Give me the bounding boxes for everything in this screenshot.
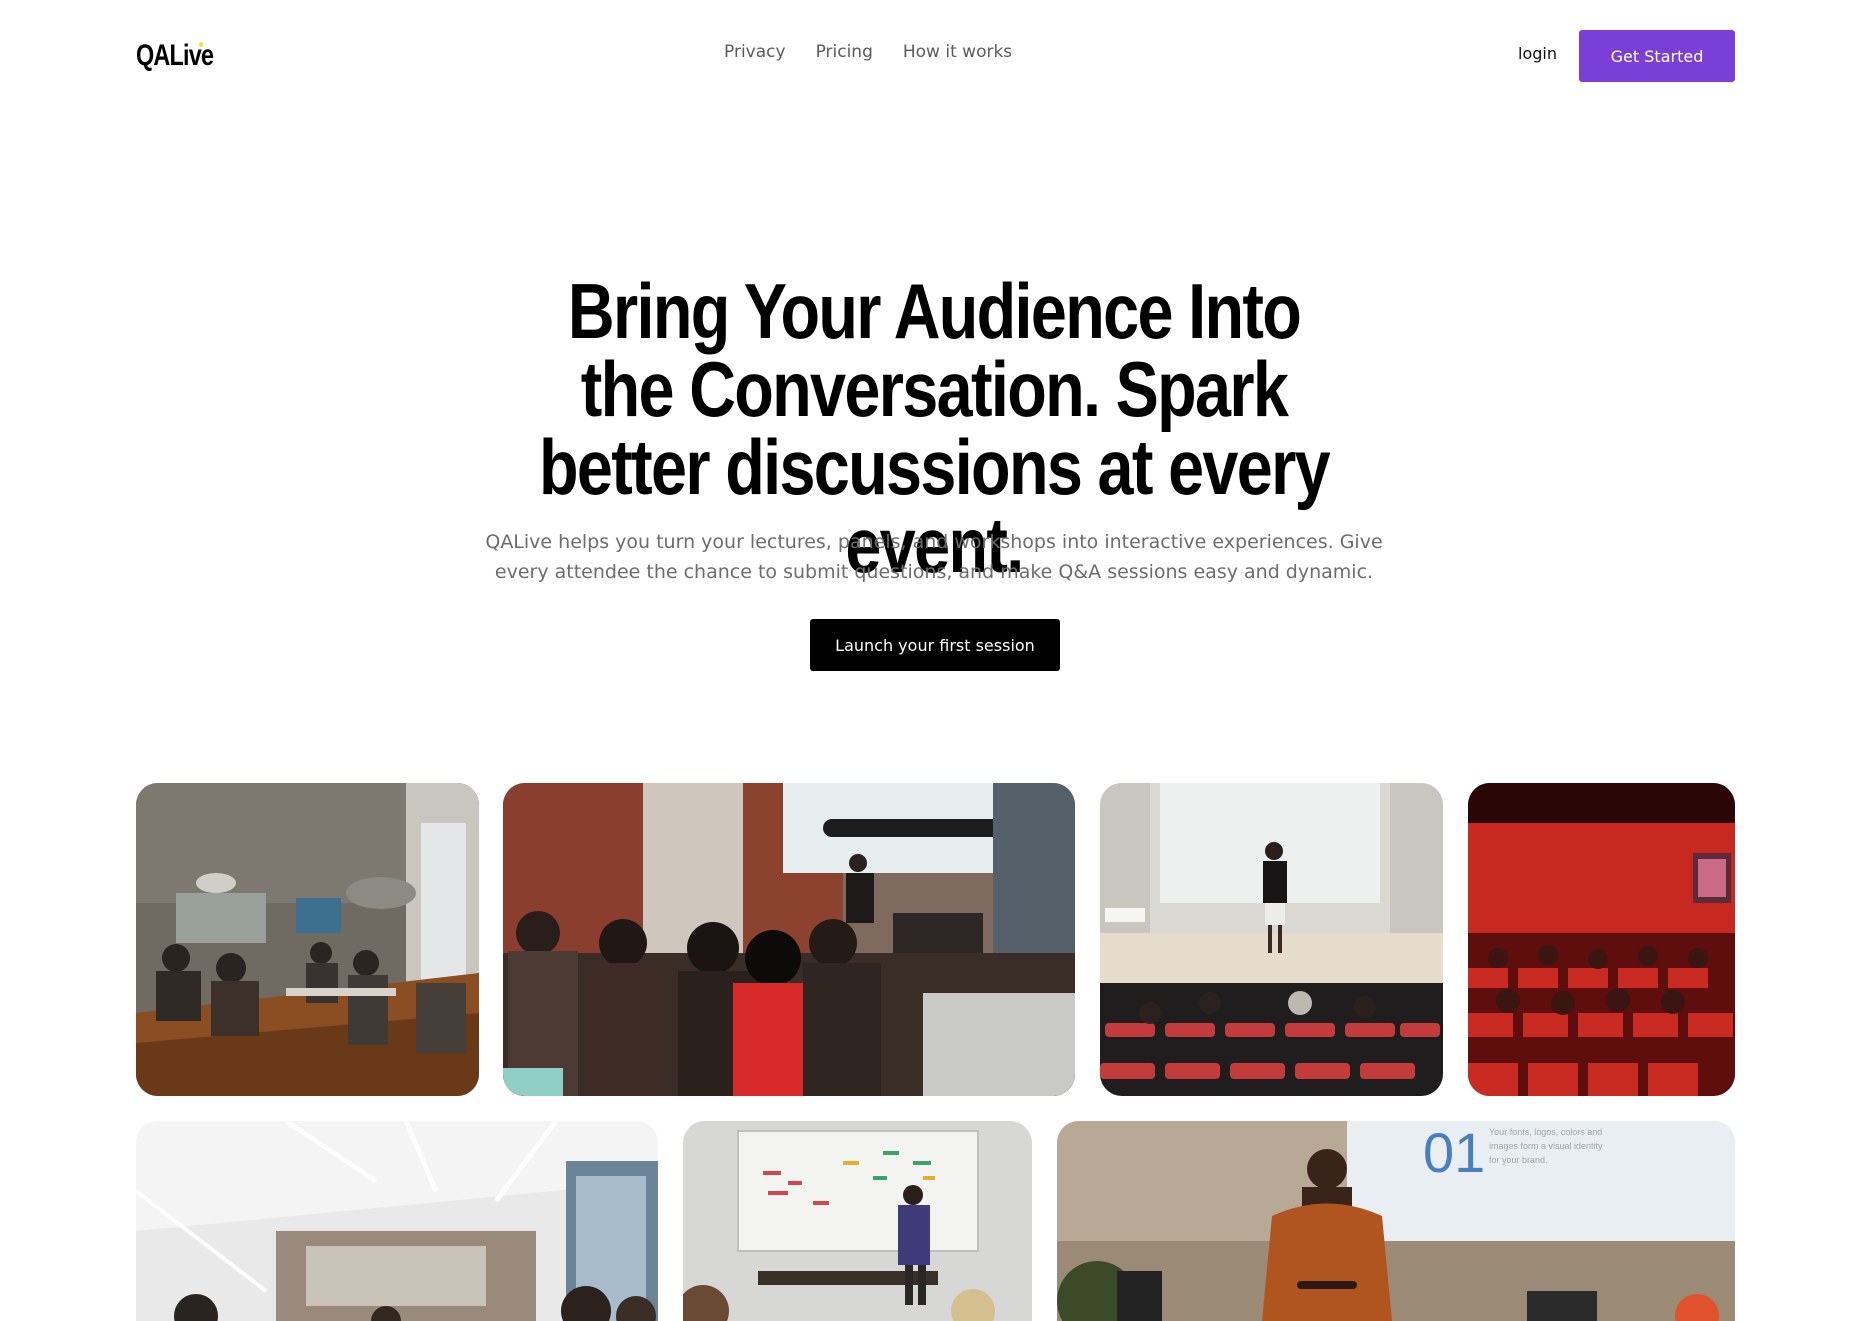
- photo-workshop-room: [136, 783, 479, 1096]
- slide-caption: Your fonts, logos, colors and images for…: [1489, 1127, 1603, 1165]
- launch-session-button[interactable]: Launch your first session: [810, 619, 1060, 671]
- logo-dot-icon: [199, 42, 204, 47]
- login-link[interactable]: login: [1518, 44, 1557, 63]
- nav-link-how-it-works[interactable]: How it works: [903, 42, 1012, 62]
- top-navbar: QALive Privacy Pricing How it works logi…: [0, 0, 1868, 112]
- photo-classroom: [136, 1121, 658, 1321]
- photo-whiteboard-presenter: [683, 1121, 1032, 1321]
- hero-subtitle: QALive helps you turn your lectures, pan…: [485, 531, 1383, 583]
- slide-number: 01: [1423, 1121, 1486, 1184]
- photo-presenter-slide: 01 Your fonts, logos, colors and images …: [1057, 1121, 1735, 1321]
- logo[interactable]: QALive: [136, 36, 214, 76]
- nav-links: Privacy Pricing How it works: [724, 42, 1012, 62]
- nav-link-pricing[interactable]: Pricing: [816, 42, 873, 62]
- get-started-button[interactable]: Get Started: [1579, 30, 1735, 82]
- photo-speaker-stage: [1100, 783, 1443, 1096]
- nav-link-privacy[interactable]: Privacy: [724, 42, 786, 62]
- photo-panel-discussion: [503, 783, 1075, 1096]
- photo-red-auditorium: [1468, 783, 1735, 1096]
